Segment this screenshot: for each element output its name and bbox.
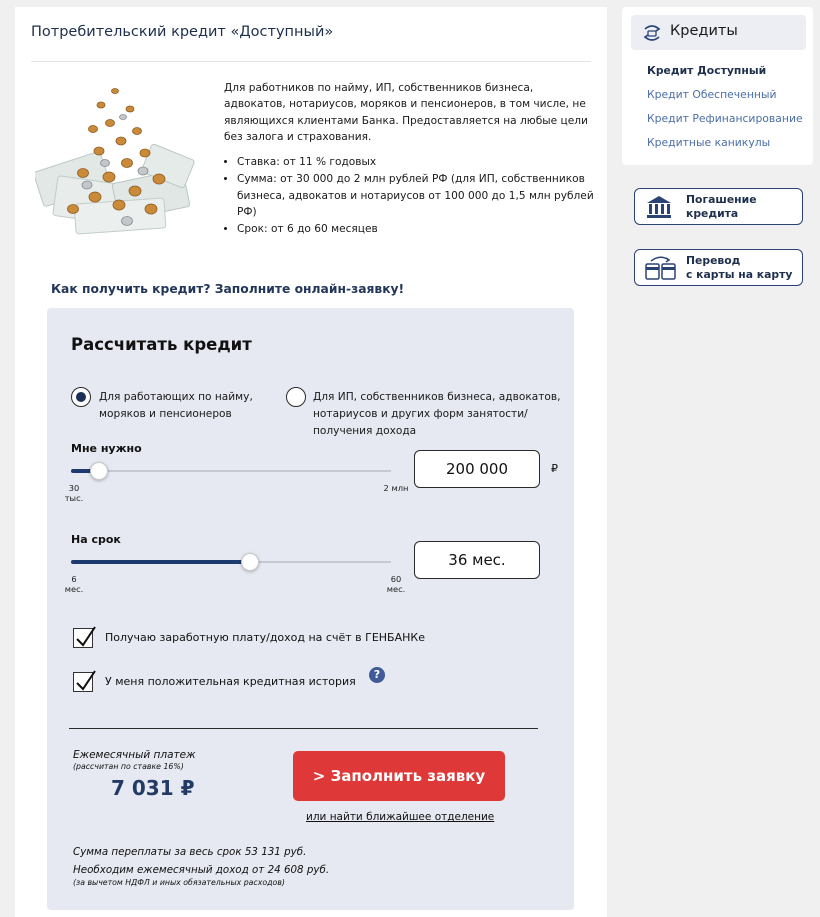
radio-business-label[interactable]: Для ИП, собственников бизнеса, адвокатов… [313,389,567,440]
credit-calculator: Рассчитать кредит Для работающих по найм… [47,308,574,910]
term-input[interactable]: 36 мес. [414,541,540,579]
radio-employed[interactable] [71,387,91,407]
amount-max-label: 2 млн [383,483,409,493]
monthly-payment-label: Ежемесячный платеж [73,749,196,761]
card-transfer-button[interactable]: Перевод с карты на карту [634,249,803,286]
main-content-card: Потребительский кредит «Доступный» Для р… [15,7,607,917]
description-bullets: Ставка: от 11 % годовых Сумма: от 30 000… [224,154,594,237]
loan-repayment-line1: Погашение [686,193,757,206]
card-transfer-line2: с карты на карту [686,267,793,281]
help-icon[interactable]: ? [369,667,385,683]
checkmark-icon [76,670,96,691]
product-image-coins-banknotes [35,88,195,235]
description-intro: Для работников по найму, ИП, собственник… [224,82,588,143]
cta-heading: Как получить кредит? Заполните онлайн-за… [51,282,405,296]
term-min-label: 6 мес. [64,574,84,594]
sidebar-credits-menu: Кредиты Кредит Доступный Кредит Обеспече… [622,7,813,165]
amount-slider-track[interactable] [71,470,391,472]
amount-slider-handle[interactable] [90,462,109,480]
fill-application-button[interactable]: > Заполнить заявку [293,751,505,801]
monthly-payment-note: (рассчитан по ставке 16%) [73,762,184,771]
loan-repayment-label[interactable]: Погашение кредита [686,193,757,220]
loan-repayment-line2: кредита [686,206,739,220]
amount-label: Мне нужно [71,442,142,455]
product-description: Для работников по найму, ИП, собственник… [224,80,594,239]
credit-history-checkbox-label[interactable]: У меня положительная кредитная история [105,675,356,688]
card-transfer-line1: Перевод [686,254,741,267]
checkmark-icon [76,626,96,647]
amount-min-label: 30 тыс. [64,483,84,503]
credit-exchange-icon [643,25,661,41]
calculator-title: Рассчитать кредит [71,335,252,354]
income-text: Необходим ежемесячный доход от 24 608 ру… [73,864,330,876]
currency-sign: ₽ [551,462,558,475]
credit-history-checkbox[interactable] [73,670,96,692]
term-slider-handle[interactable] [241,553,260,571]
term-max-label: 60 мес. [386,574,406,594]
loan-repayment-button[interactable]: Погашение кредита [634,188,803,225]
sidebar-title: Кредиты [670,23,738,39]
bullet-term: Срок: от 6 до 60 месяцев [237,221,594,237]
card-transfer-label[interactable]: Перевод с карты на карту [686,254,792,281]
salary-checkbox[interactable] [73,626,96,648]
sidebar-link-credit-holidays[interactable]: Кредитные каникулы [647,136,770,149]
page-title: Потребительский кредит «Доступный» [31,24,334,40]
sidebar-link-credit-obespechenny[interactable]: Кредит Обеспеченный [647,88,776,101]
radio-employed-label[interactable]: Для работающих по найму, моряков и пенси… [99,389,269,423]
find-branch-link[interactable]: или найти ближайшее отделение [306,811,494,823]
sidebar-link-credit-refinancing[interactable]: Кредит Рефинансирование [647,112,803,125]
calculator-divider [69,728,538,729]
term-label: На срок [71,533,121,546]
card-transfer-icon [645,256,676,280]
overpay-text: Сумма переплаты за весь срок 53 131 руб. [73,846,307,858]
radio-business[interactable] [286,387,306,407]
term-slider-fill [71,560,251,564]
title-divider [31,61,591,62]
sidebar-header: Кредиты [631,15,806,50]
sidebar-link-credit-dostupny[interactable]: Кредит Доступный [647,64,766,77]
bullet-amount: Сумма: от 30 000 до 2 млн рублей РФ (для… [237,171,594,220]
monthly-payment-value: 7 031 ₽ [111,776,195,800]
salary-checkbox-label[interactable]: Получаю заработную плату/доход на счёт в… [105,631,425,644]
bullet-rate: Ставка: от 11 % годовых [237,154,594,170]
income-note: (за вычетом НДФЛ и иных обязательных рас… [73,878,285,887]
amount-input[interactable]: 200 000 [414,450,540,488]
bank-building-icon [647,196,671,218]
